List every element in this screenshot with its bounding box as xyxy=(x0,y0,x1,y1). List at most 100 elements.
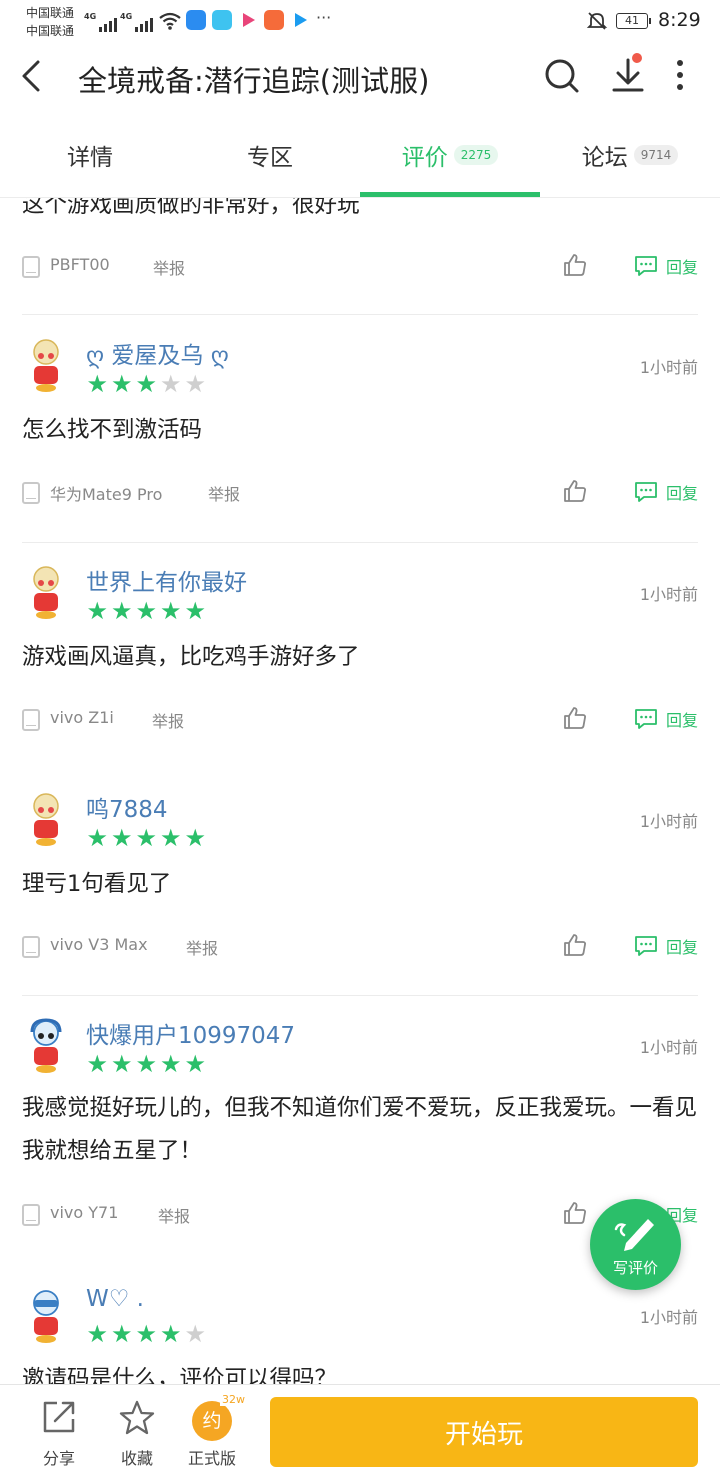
like-icon[interactable] xyxy=(562,478,588,504)
username[interactable]: 快爆用户10997047 xyxy=(86,1016,295,1050)
reply-label: 回复 xyxy=(666,258,699,277)
star-filled-icon: ★ xyxy=(86,370,108,398)
search-icon[interactable] xyxy=(542,56,582,96)
comment-icon xyxy=(635,256,657,276)
star-filled-icon: ★ xyxy=(110,1050,133,1078)
username[interactable]: ღ 爱屋及乌 ღ xyxy=(86,336,229,370)
star-empty-icon: ★ xyxy=(159,370,182,398)
start-play-label: 开始玩 xyxy=(444,1419,523,1450)
bottom-action-bar: 分享 收藏 约 32w 正式版 开始玩 xyxy=(0,1384,720,1480)
phone-icon xyxy=(22,256,40,278)
mute-bell-icon xyxy=(586,12,608,30)
phone-icon xyxy=(22,1204,40,1226)
battery-indicator: 41 xyxy=(616,13,651,29)
reply-label: 回复 xyxy=(666,938,699,957)
username[interactable]: W♡ . xyxy=(86,1286,144,1312)
review-body: 怎么找不到激活码 xyxy=(22,417,203,443)
reply-button[interactable]: 回复 xyxy=(634,934,698,958)
reply-label: 回复 xyxy=(666,711,699,730)
pen-icon xyxy=(614,1219,654,1251)
share-icon xyxy=(43,1401,75,1433)
reply-button[interactable]: 回复 xyxy=(634,254,698,278)
review-body: 我感觉挺好玩儿的，但我不知道你们爱不爱玩，反正我爱玩。一看见我就想给五星了！ xyxy=(22,1095,698,1164)
video-app-icon xyxy=(243,13,255,27)
phone-icon xyxy=(22,482,40,504)
review-body: 这个游戏画质做的非常好，很好玩 xyxy=(22,198,360,218)
report-link[interactable]: 举报 xyxy=(186,935,218,959)
star-filled-icon: ★ xyxy=(110,370,133,398)
like-icon[interactable] xyxy=(562,705,588,731)
tab-reviews[interactable]: 评价 2275 xyxy=(360,112,540,198)
tab-forum[interactable]: 论坛 9714 xyxy=(540,112,720,198)
username[interactable]: 世界上有你最好 xyxy=(86,563,247,597)
favorite-label: 收藏 xyxy=(120,1449,153,1468)
tab-bar: 详情 专区 评价 2275 论坛 9714 xyxy=(0,112,720,198)
tab-zone-label: 专区 xyxy=(247,145,293,171)
youku-icon xyxy=(295,13,307,27)
username[interactable]: 鸣7884 xyxy=(86,790,168,824)
reply-button[interactable]: 回复 xyxy=(634,707,698,731)
user-avatar[interactable] xyxy=(22,338,70,396)
report-link[interactable]: 举报 xyxy=(153,255,185,279)
carrier-2: 中国联通 xyxy=(26,24,75,38)
star-filled-icon: ★ xyxy=(135,370,157,398)
tab-reviews-count: 2275 xyxy=(453,145,499,165)
star-filled-icon: ★ xyxy=(86,597,108,625)
review-meta: vivo V3 Max 举报 回复 xyxy=(22,932,700,962)
download-badge-dot xyxy=(632,53,642,63)
page-title: 全境戒备:潜行追踪(测试服) xyxy=(78,64,430,98)
reply-button[interactable]: 回复 xyxy=(634,480,698,504)
device-name: vivo Z1i xyxy=(50,708,114,727)
clock: 8:29 xyxy=(658,9,701,31)
star-empty-icon: ★ xyxy=(184,1320,206,1348)
star-rating: ★ ★ ★ ★ ★ xyxy=(85,597,208,625)
wifi-icon xyxy=(159,12,181,30)
user-avatar[interactable] xyxy=(22,1018,70,1076)
tab-reviews-label: 评价 xyxy=(401,145,448,171)
like-icon[interactable] xyxy=(562,932,588,958)
star-filled-icon: ★ xyxy=(110,824,133,852)
device-name: vivo V3 Max xyxy=(50,935,148,954)
star-rating: ★ ★ ★ ★ ★ xyxy=(85,1320,208,1348)
favorite-button[interactable]: 收藏 xyxy=(107,1399,167,1468)
comment-icon xyxy=(635,709,657,729)
star-filled-icon: ★ xyxy=(184,824,206,852)
more-vertical-icon[interactable] xyxy=(668,58,692,94)
download-icon[interactable] xyxy=(610,56,646,96)
back-arrow-icon[interactable] xyxy=(18,56,48,96)
like-icon[interactable] xyxy=(562,252,588,278)
write-review-button[interactable]: 写评价 xyxy=(590,1199,681,1290)
user-avatar[interactable] xyxy=(22,565,70,623)
star-filled-icon: ★ xyxy=(159,824,182,852)
review-body: 邀请码是什么，评价可以得吗？ xyxy=(22,1366,338,1384)
star-outline-icon xyxy=(119,1400,155,1435)
tab-zone[interactable]: 专区 xyxy=(180,112,360,198)
comment-icon xyxy=(635,936,657,956)
star-rating: ★ ★ ★ ★ ★ xyxy=(85,370,208,398)
star-filled-icon: ★ xyxy=(86,1050,108,1078)
star-filled-icon: ★ xyxy=(135,597,157,625)
review-time: 1小时前 xyxy=(639,585,698,604)
review-item: 世界上有你最好 ★ ★ ★ ★ ★ 1小时前 游戏画风逼真，比吃鸡手游好多了 vivo … xyxy=(0,543,720,769)
report-link[interactable]: 举报 xyxy=(208,481,240,505)
user-avatar[interactable] xyxy=(22,1288,70,1346)
review-time: 1小时前 xyxy=(639,1038,698,1057)
share-button[interactable]: 分享 xyxy=(29,1399,89,1468)
carrier-info: 中国联通 中国联通 xyxy=(26,4,74,40)
status-more: ··· xyxy=(316,8,332,27)
star-filled-icon: ★ xyxy=(159,1320,182,1348)
official-label: 正式版 xyxy=(187,1449,236,1468)
report-link[interactable]: 举报 xyxy=(152,708,184,732)
title-bar: 全境戒备:潜行追踪(测试服) xyxy=(0,44,720,112)
review-time: 1小时前 xyxy=(639,812,698,831)
report-link[interactable]: 举报 xyxy=(158,1203,190,1227)
review-meta: vivo Z1i 举报 回复 xyxy=(22,705,700,735)
review-item: 这个游戏画质做的非常好，很好玩 PBFT00 举报 回复 xyxy=(0,198,720,314)
start-play-button[interactable]: 开始玩 xyxy=(270,1397,698,1467)
tab-details[interactable]: 详情 xyxy=(0,112,180,198)
user-avatar[interactable] xyxy=(22,792,70,850)
like-icon[interactable] xyxy=(562,1200,588,1226)
star-filled-icon: ★ xyxy=(184,597,206,625)
reservation-count: 32w xyxy=(220,1393,247,1406)
device-name: 华为Mate9 Pro xyxy=(50,485,163,504)
